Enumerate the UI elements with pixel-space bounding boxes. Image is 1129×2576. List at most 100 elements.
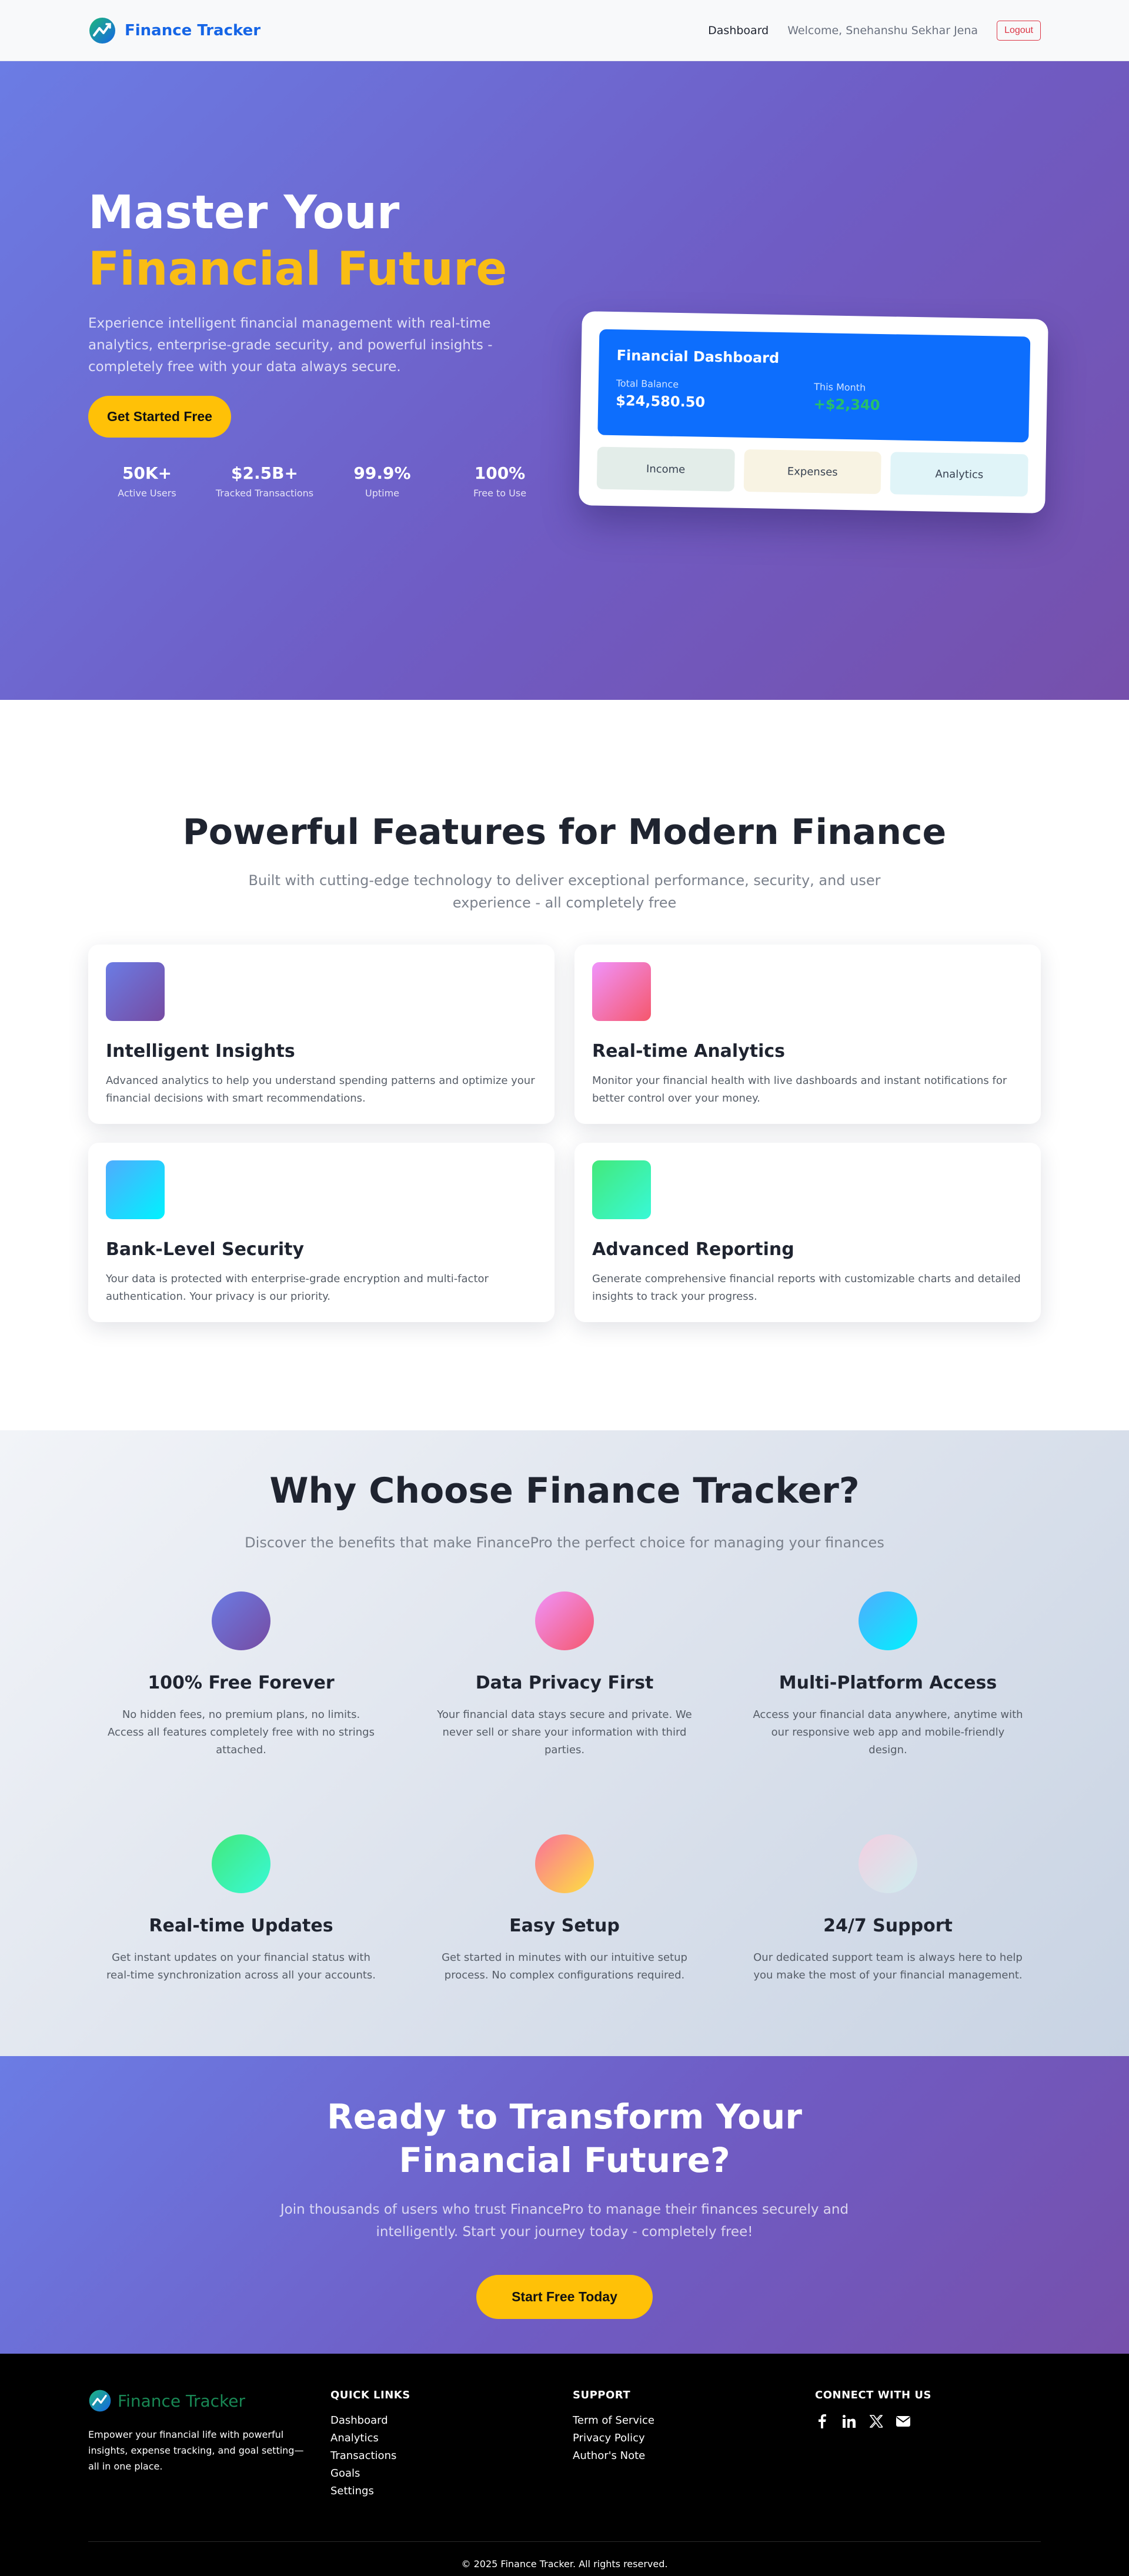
- stat-label: Active Users: [118, 488, 176, 499]
- benefit-item: Real-time Updates Get instant updates on…: [79, 1834, 403, 1984]
- stat-label: Uptime: [365, 488, 399, 499]
- stat-value: 99.9%: [353, 463, 411, 483]
- benefit-title: Multi-Platform Access: [779, 1673, 997, 1693]
- preview-tab-expenses: Expenses: [743, 449, 882, 495]
- facebook-icon[interactable]: [815, 2414, 829, 2428]
- features-title: Powerful Features for Modern Finance: [182, 812, 947, 853]
- finance-logo-icon: [89, 18, 115, 44]
- navbar: Finance Tracker Dashboard Welcome, Sneha…: [0, 0, 1129, 61]
- hero-title-line2: Financial Future: [88, 243, 507, 296]
- benefit-item: 100% Free Forever No hidden fees, no pre…: [79, 1591, 403, 1759]
- free-icon: [212, 1591, 270, 1650]
- hero-subtitle: Experience intelligent financial managem…: [88, 316, 493, 375]
- privacy-icon: [535, 1591, 594, 1650]
- stat-item: $2.5B+ Tracked Transactions: [206, 463, 323, 499]
- stat-item: 99.9% Uptime: [323, 463, 441, 499]
- feature-desc: Monitor your financial health with live …: [592, 1075, 1007, 1105]
- feature-desc: Generate comprehensive financial reports…: [592, 1273, 1021, 1303]
- cta-title: Ready to Transform Your Financial Future…: [327, 2097, 802, 2180]
- security-icon: [106, 1160, 165, 1219]
- why-subtitle: Discover the benefits that make FinanceP…: [245, 1534, 884, 1551]
- balance-value: $24,580.50: [616, 392, 706, 411]
- linkedin-icon[interactable]: [842, 2414, 856, 2428]
- get-started-button[interactable]: Get Started Free: [88, 396, 231, 438]
- feature-title: Real-time Analytics: [592, 1041, 786, 1062]
- why-title: Why Choose Finance Tracker?: [269, 1470, 860, 1511]
- footer-link-dashboard[interactable]: Dashboard: [330, 2412, 573, 2430]
- benefit-item: 24/7 Support Our dedicated support team …: [726, 1834, 1050, 1984]
- footer-brand-name: Finance Tracker: [118, 2391, 246, 2411]
- footer-link-goals[interactable]: Goals: [330, 2465, 573, 2482]
- reporting-icon: [592, 1160, 651, 1219]
- benefit-title: 24/7 Support: [823, 1916, 953, 1936]
- insights-icon: [106, 962, 165, 1021]
- x-icon[interactable]: [869, 2414, 883, 2428]
- connect-heading: CONNECT WITH US: [815, 2389, 931, 2401]
- stat-label: Tracked Transactions: [215, 488, 314, 499]
- benefit-item: Multi-Platform Access Access your financ…: [726, 1591, 1050, 1759]
- footer-link-terms[interactable]: Term of Service: [573, 2412, 815, 2430]
- feature-card: Advanced Reporting Generate comprehensiv…: [574, 1143, 1041, 1322]
- analytics-icon: [592, 962, 651, 1021]
- multi-platform-icon: [859, 1591, 917, 1650]
- dashboard-preview-card: Financial Dashboard Total Balance $24,58…: [579, 311, 1048, 513]
- copyright: © 2025 Finance Tracker. All rights reser…: [88, 2541, 1041, 2570]
- benefit-desc: Access your financial data anywhere, any…: [753, 1709, 1023, 1756]
- feature-desc: Advanced analytics to help you understan…: [106, 1075, 535, 1105]
- features-section: Powerful Features for Modern Finance Bui…: [0, 700, 1129, 1430]
- footer-link-privacy[interactable]: Privacy Policy: [573, 2430, 815, 2447]
- footer-link-authors-note[interactable]: Author's Note: [573, 2447, 815, 2465]
- support-icon: [859, 1834, 917, 1893]
- logout-button[interactable]: Logout: [997, 21, 1041, 41]
- start-free-button[interactable]: Start Free Today: [476, 2275, 653, 2319]
- features-subtitle: Built with cutting-edge technology to de…: [248, 872, 881, 911]
- benefit-desc: Get instant updates on your financial st…: [106, 1951, 376, 1981]
- footer-link-analytics[interactable]: Analytics: [330, 2430, 573, 2447]
- month-value: +$2,340: [813, 396, 880, 413]
- feature-desc: Your data is protected with enterprise-g…: [106, 1273, 489, 1303]
- brand-link[interactable]: Finance Tracker: [88, 16, 260, 45]
- nav-dashboard-link[interactable]: Dashboard: [708, 24, 769, 37]
- benefit-item: Easy Setup Get started in minutes with o…: [403, 1834, 726, 1984]
- feature-title: Advanced Reporting: [592, 1239, 794, 1260]
- hero-stats: 50K+ Active Users $2.5B+ Tracked Transac…: [88, 463, 559, 499]
- feature-card: Real-time Analytics Monitor your financi…: [574, 945, 1041, 1124]
- month-label: This Month: [814, 381, 866, 393]
- benefit-title: 100% Free Forever: [148, 1673, 335, 1693]
- stat-value: 50K+: [122, 463, 172, 483]
- stat-item: 100% Free to Use: [441, 463, 559, 499]
- balance-label: Total Balance: [616, 378, 679, 390]
- footer-desc: Empower your financial life with powerfu…: [88, 2429, 304, 2472]
- benefit-title: Real-time Updates: [149, 1916, 333, 1936]
- finance-logo-icon: [89, 2390, 111, 2412]
- stat-item: 50K+ Active Users: [88, 463, 206, 499]
- preview-tab-income: Income: [596, 446, 735, 492]
- preview-tab-analytics: Analytics: [890, 452, 1028, 497]
- feature-title: Intelligent Insights: [106, 1041, 295, 1062]
- feature-title: Bank-Level Security: [106, 1239, 305, 1260]
- email-icon[interactable]: [896, 2414, 910, 2428]
- feature-card: Bank-Level Security Your data is protect…: [88, 1143, 555, 1322]
- dashboard-preview-title: Financial Dashboard: [616, 347, 780, 366]
- cta-section: Ready to Transform Your Financial Future…: [0, 2056, 1129, 2354]
- stat-label: Free to Use: [473, 488, 527, 499]
- benefit-desc: No hidden fees, no premium plans, no lim…: [108, 1709, 375, 1756]
- benefit-title: Data Privacy First: [475, 1673, 654, 1693]
- footer-link-settings[interactable]: Settings: [330, 2482, 573, 2500]
- footer-brand[interactable]: Finance Tracker: [88, 2389, 330, 2413]
- benefit-desc: Your financial data stays secure and pri…: [437, 1709, 692, 1756]
- benefit-title: Easy Setup: [509, 1916, 620, 1936]
- stat-value: 100%: [474, 463, 526, 483]
- benefit-desc: Our dedicated support team is always her…: [753, 1951, 1023, 1981]
- dashboard-preview-header: Financial Dashboard Total Balance $24,58…: [597, 329, 1031, 443]
- feature-card: Intelligent Insights Advanced analytics …: [88, 945, 555, 1124]
- why-section: Why Choose Finance Tracker? Discover the…: [0, 1430, 1129, 2056]
- easy-setup-icon: [535, 1834, 594, 1893]
- footer-link-transactions[interactable]: Transactions: [330, 2447, 573, 2465]
- brand-name: Finance Tracker: [125, 22, 261, 39]
- footer: Finance Tracker Empower your financial l…: [0, 2354, 1129, 2576]
- hero-section: Master Your Financial Future Experience …: [0, 61, 1129, 700]
- benefit-item: Data Privacy First Your financial data s…: [403, 1591, 726, 1759]
- quick-links-heading: QUICK LINKS: [330, 2389, 410, 2401]
- benefit-desc: Get started in minutes with our intuitiv…: [442, 1951, 687, 1981]
